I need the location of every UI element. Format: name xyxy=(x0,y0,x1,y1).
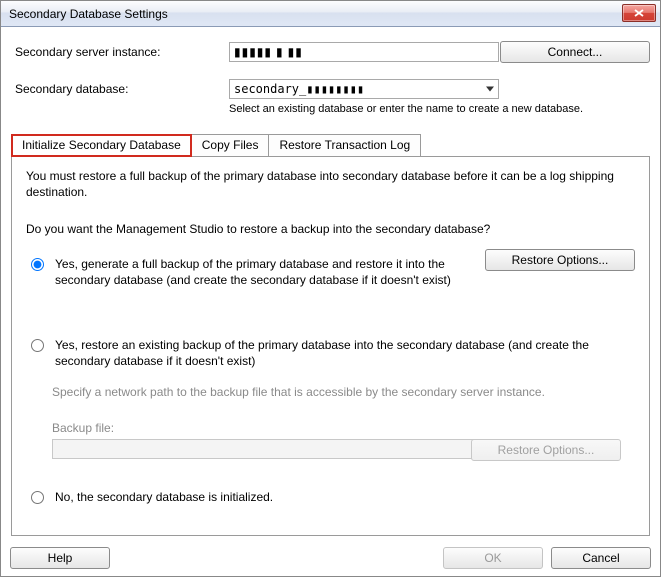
ok-button: OK xyxy=(443,547,543,569)
restore-options-button-disabled: Restore Options... xyxy=(471,439,621,461)
footer: Help OK Cancel xyxy=(10,547,651,569)
tab-restore-transaction-log[interactable]: Restore Transaction Log xyxy=(268,134,421,157)
server-instance-label: Secondary server instance: xyxy=(11,45,201,59)
secondary-database-dropdown[interactable]: secondary_▮▮▮▮▮▮▮▮ xyxy=(229,79,499,99)
chevron-down-icon xyxy=(486,87,494,92)
close-icon xyxy=(634,9,644,17)
radio-already-initialized-label: No, the secondary database is initialize… xyxy=(55,489,273,505)
connect-button[interactable]: Connect... xyxy=(500,41,650,63)
window-title: Secondary Database Settings xyxy=(9,7,168,21)
network-path-hint: Specify a network path to the backup fil… xyxy=(52,385,635,399)
help-button[interactable]: Help xyxy=(10,547,110,569)
tab-panel: You must restore a full backup of the pr… xyxy=(11,156,650,536)
cancel-button[interactable]: Cancel xyxy=(551,547,651,569)
radio-already-initialized[interactable] xyxy=(31,491,44,504)
question-text: Do you want the Management Studio to res… xyxy=(26,222,635,236)
radio-restore-existing-backup-label: Yes, restore an existing backup of the p… xyxy=(55,337,615,369)
radio-generate-full-backup[interactable] xyxy=(31,258,44,271)
radio-generate-full-backup-label: Yes, generate a full backup of the prima… xyxy=(55,256,485,288)
close-button[interactable] xyxy=(622,4,656,22)
dialog-content: Secondary server instance: ▮▮▮▮▮ ▮ ▮▮ Co… xyxy=(1,27,660,546)
restore-options-button[interactable]: Restore Options... xyxy=(485,249,635,271)
database-hint: Select an existing database or enter the… xyxy=(229,103,650,115)
tab-copy-files[interactable]: Copy Files xyxy=(191,134,270,157)
tab-initialize-secondary-database[interactable]: Initialize Secondary Database xyxy=(11,134,192,157)
backup-file-input xyxy=(52,439,474,459)
radio-restore-existing-backup[interactable] xyxy=(31,339,44,352)
server-instance-input[interactable]: ▮▮▮▮▮ ▮ ▮▮ xyxy=(229,42,499,62)
info-text: You must restore a full backup of the pr… xyxy=(26,169,635,200)
secondary-database-label: Secondary database: xyxy=(11,82,201,96)
backup-file-label: Backup file: xyxy=(52,421,635,435)
titlebar: Secondary Database Settings xyxy=(1,1,660,27)
